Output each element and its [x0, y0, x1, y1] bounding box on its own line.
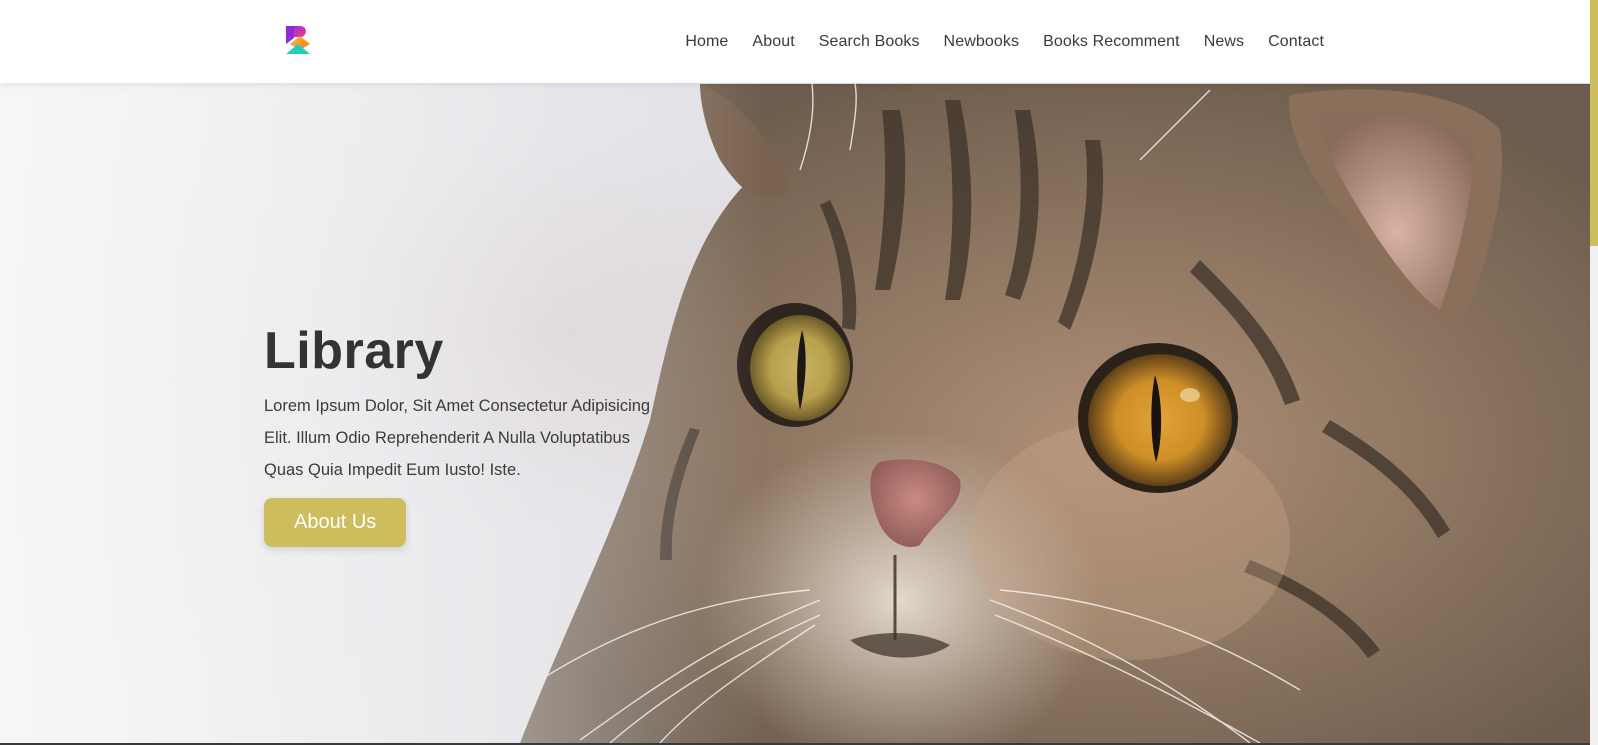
nav-newbooks[interactable]: Newbooks	[944, 33, 1020, 51]
nav-home[interactable]: Home	[685, 33, 728, 51]
page-scrollbar[interactable]	[1590, 0, 1598, 745]
hero-content: Library Lorem Ipsum Dolor, Sit Amet Cons…	[264, 320, 684, 547]
hero-description: Lorem Ipsum Dolor, Sit Amet Consectetur …	[264, 397, 651, 479]
page: Library Lorem Ipsum Dolor, Sit Amet Cons…	[0, 0, 1598, 745]
about-us-button[interactable]: About Us	[264, 498, 407, 547]
nav-contact[interactable]: Contact	[1268, 33, 1324, 51]
navbar: Home About Search Books Newbooks Books R…	[0, 0, 1590, 83]
scrollbar-thumb[interactable]	[1590, 0, 1598, 246]
hero-section: Library Lorem Ipsum Dolor, Sit Amet Cons…	[0, 0, 1590, 743]
hero-gradient-overlay	[0, 0, 1590, 743]
nav-about[interactable]: About	[752, 33, 794, 51]
hero-title: Library	[264, 322, 444, 380]
nav-search-books[interactable]: Search Books	[819, 33, 920, 51]
main-nav: Home About Search Books Newbooks Books R…	[685, 0, 1324, 83]
nav-books-recomment[interactable]: Books Recomment	[1043, 33, 1180, 51]
nav-news[interactable]: News	[1204, 33, 1244, 51]
brand-logo-icon[interactable]	[284, 24, 312, 56]
